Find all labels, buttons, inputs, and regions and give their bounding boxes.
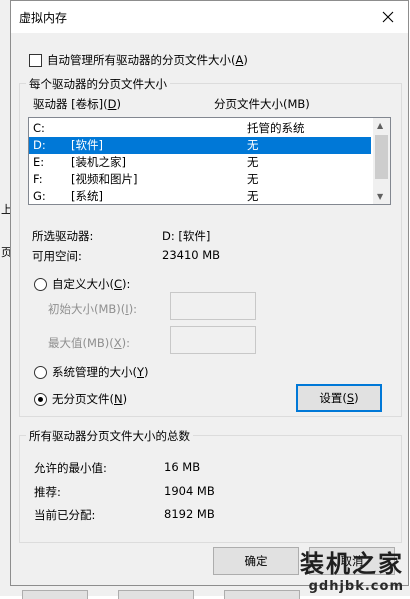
scroll-down-icon[interactable]: ▼: [377, 192, 383, 201]
drive-list-scrollbar[interactable]: ▲ ▼: [373, 118, 390, 204]
auto-manage-label: 自动管理所有驱动器的分页文件大小(A): [47, 53, 248, 67]
per-drive-group-title: 每个驱动器的分页文件大小: [26, 76, 170, 92]
min-allowed-label: 允许的最小值:: [34, 461, 107, 475]
column-header-drive: 驱动器 [卷标](D): [33, 97, 121, 111]
drive-row[interactable]: C: 托管的系统: [29, 120, 371, 137]
radio-circle[interactable]: [34, 365, 47, 379]
close-icon: [382, 11, 394, 23]
free-space-value: 23410 MB: [162, 248, 221, 262]
background-button: [22, 590, 88, 599]
custom-size-radio[interactable]: 自定义大小(C):: [34, 276, 130, 292]
system-managed-label: 系统管理的大小(Y): [52, 365, 149, 379]
min-allowed-value: 16 MB: [164, 460, 201, 474]
virtual-memory-dialog: 虚拟内存 自动管理所有驱动器的分页文件大小(A) 每个驱动器的分页文件大小 驱动…: [10, 0, 409, 586]
background-button: [224, 590, 300, 599]
radio-circle-selected[interactable]: [34, 392, 47, 406]
scrollbar-thumb[interactable]: [375, 135, 388, 179]
custom-size-label: 自定义大小(C):: [52, 277, 131, 291]
recommended-label: 推荐:: [34, 485, 61, 499]
auto-manage-checkbox[interactable]: 自动管理所有驱动器的分页文件大小(A): [29, 52, 248, 68]
max-size-input[interactable]: [170, 326, 256, 354]
selected-drive-label: 所选驱动器:: [32, 229, 94, 243]
no-paging-file-label: 无分页文件(N): [52, 392, 128, 406]
window-title: 虚拟内存: [19, 11, 68, 25]
totals-group: 所有驱动器分页文件大小的总数 允许的最小值: 16 MB 推荐: 1904 MB…: [19, 428, 402, 543]
drive-row-selected[interactable]: D: [软件] 无: [29, 137, 371, 154]
totals-group-title: 所有驱动器分页文件大小的总数: [26, 428, 193, 444]
drive-row[interactable]: G: [系统] 无: [29, 188, 371, 204]
drive-row[interactable]: F: [视频和图片] 无: [29, 171, 371, 188]
column-header-size: 分页文件大小(MB): [214, 97, 310, 111]
background-cancel-button: [118, 590, 194, 599]
initial-size-input[interactable]: [170, 292, 256, 320]
radio-circle[interactable]: [34, 277, 47, 291]
drive-list[interactable]: C: 托管的系统 D: [软件] 无 E: [装机之家] 无 F: [视频和图片…: [28, 117, 391, 205]
free-space-label: 可用空间:: [32, 249, 82, 263]
drive-row[interactable]: E: [装机之家] 无: [29, 154, 371, 171]
title-bar: 虚拟内存: [11, 1, 408, 33]
max-size-label: 最大值(MB)(X):: [48, 336, 131, 350]
selected-drive-value: D: [软件]: [162, 229, 211, 243]
no-paging-file-radio[interactable]: 无分页文件(N): [34, 391, 127, 407]
close-button[interactable]: [368, 1, 408, 33]
scroll-up-icon[interactable]: ▲: [377, 121, 383, 130]
currently-allocated-label: 当前已分配:: [34, 508, 96, 522]
ok-button[interactable]: 确定: [213, 547, 299, 575]
recommended-value: 1904 MB: [164, 484, 215, 498]
watermark-url: gdhjbk.com: [308, 579, 404, 594]
watermark-title: 装机之家: [300, 550, 404, 578]
initial-size-label: 初始大小(MB)(I):: [48, 302, 138, 316]
site-watermark: 装机之家 gdhjbk.com: [300, 544, 404, 594]
currently-allocated-value: 8192 MB: [164, 507, 215, 521]
system-managed-radio[interactable]: 系统管理的大小(Y): [34, 364, 149, 380]
set-button[interactable]: 设置(S): [296, 384, 382, 412]
checkbox-box[interactable]: [29, 53, 42, 67]
